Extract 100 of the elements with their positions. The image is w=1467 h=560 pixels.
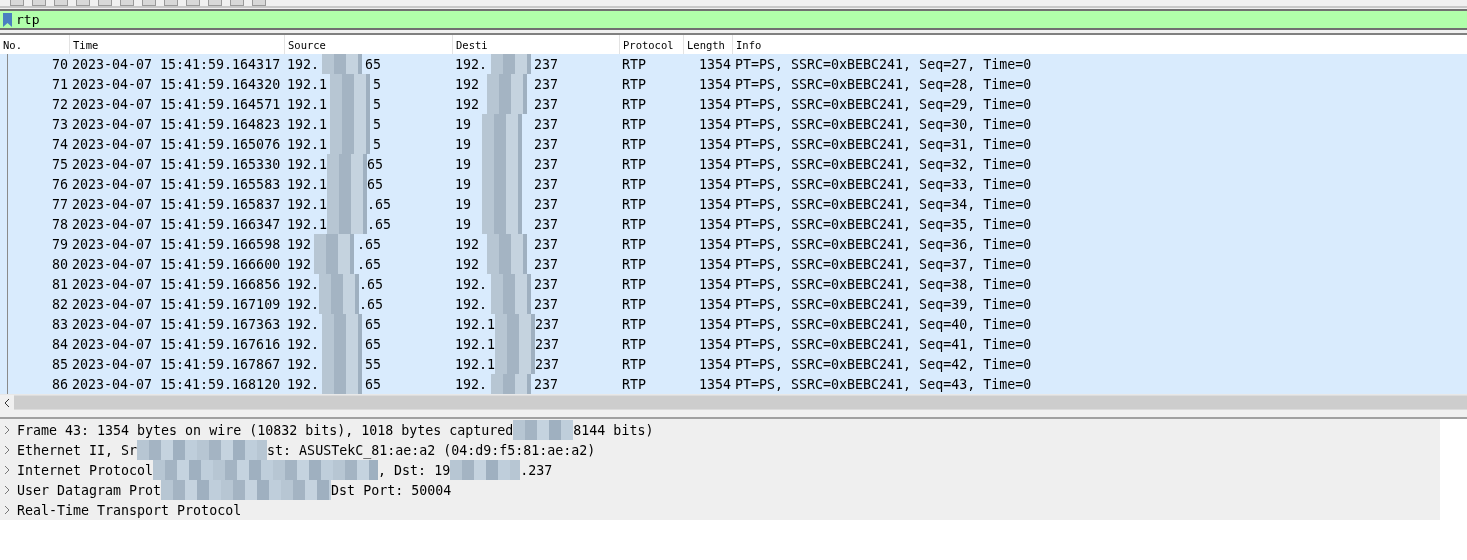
table-cell-text: PT=PS, SSRC=0xBEBC241, Seq=35, Time=0 bbox=[734, 216, 1033, 232]
blur-patch bbox=[486, 234, 527, 254]
column-header[interactable]: Info bbox=[733, 35, 1467, 54]
blur-patch bbox=[330, 94, 370, 114]
detail-text: User Datagram Prot bbox=[17, 482, 162, 498]
toolbar-icon[interactable] bbox=[76, 0, 90, 6]
table-cell-text: 1354 bbox=[697, 316, 732, 332]
packet-row[interactable]: 75 2023-04-07 15:41:59.165330 192.1 65 19 237 RTP 1354 PT=PS, SSRC=0xBEBC241, Seq=32, Time=0 bbox=[0, 154, 1467, 174]
toolbar-icon[interactable] bbox=[186, 0, 200, 6]
table-cell: 237 bbox=[533, 276, 558, 292]
toolbar-icon[interactable] bbox=[252, 0, 266, 6]
detail-text: , Dst: 19 bbox=[378, 462, 451, 478]
table-cell-text: PT=PS, SSRC=0xBEBC241, Seq=40, Time=0 bbox=[734, 316, 1033, 332]
table-cell: 237 bbox=[533, 216, 558, 232]
chevron-left-icon bbox=[4, 398, 10, 407]
packet-row[interactable]: 72 2023-04-07 15:41:59.164571 192.1 5 192 237 RTP 1354 PT=PS, SSRC=0xBEBC241, Seq=29, Time=0 bbox=[0, 94, 1467, 114]
table-cell-text: 2023-04-07 15:41:59.164571 bbox=[71, 96, 282, 112]
packet-row[interactable]: 77 2023-04-07 15:41:59.165837 192.1 .65 19 237 RTP 1354 PT=PS, SSRC=0xBEBC241, Seq=34, Time=0 bbox=[0, 194, 1467, 214]
detail-row[interactable]: Ethernet II, Sr st: ASUSTekC_81:ae:a2 (04:d9:f5:81:ae:a2) bbox=[0, 440, 1440, 460]
blur-patch bbox=[490, 54, 531, 74]
table-cell: 237 bbox=[533, 376, 558, 392]
blur-patch bbox=[495, 354, 536, 374]
packet-row[interactable]: 86 2023-04-07 15:41:59.168120 192. 65 192. 237 RTP 1354 PT=PS, SSRC=0xBEBC241, Seq=43, Time=0 bbox=[0, 374, 1467, 394]
table-cell: 192.1 bbox=[455, 336, 496, 352]
detail-row[interactable]: Real-Time Transport Protocol bbox=[0, 500, 1440, 520]
table-cell: .65 bbox=[359, 296, 384, 312]
table-cell-text: 1354 bbox=[697, 116, 732, 132]
packet-row[interactable]: 74 2023-04-07 15:41:59.165076 192.1 5 19 237 RTP 1354 PT=PS, SSRC=0xBEBC241, Seq=31, Time=0 bbox=[0, 134, 1467, 154]
display-filter-field[interactable]: rtp bbox=[16, 12, 216, 27]
packet-row[interactable]: 83 2023-04-07 15:41:59.167363 192. 65 192.1 237 RTP 1354 PT=PS, SSRC=0xBEBC241, Seq=40, Time=0 bbox=[0, 314, 1467, 334]
table-cell-text: RTP bbox=[621, 316, 648, 332]
toolbar-icon[interactable] bbox=[54, 0, 68, 6]
blur-patch bbox=[482, 134, 523, 154]
packet-row[interactable]: 84 2023-04-07 15:41:59.167616 192. 65 192.1 237 RTP 1354 PT=PS, SSRC=0xBEBC241, Seq=41, Time=0 bbox=[0, 334, 1467, 354]
toolbar-icon[interactable] bbox=[230, 0, 244, 6]
blur-patch bbox=[482, 174, 523, 194]
packet-row[interactable]: 82 2023-04-07 15:41:59.167109 192. .65 192. 237 RTP 1354 PT=PS, SSRC=0xBEBC241, Seq=39, Time=0 bbox=[0, 294, 1467, 314]
blur-patch bbox=[486, 254, 527, 274]
table-cell: 192 bbox=[287, 256, 312, 272]
packet-row[interactable]: 80 2023-04-07 15:41:59.166600 192 .65 192 237 RTP 1354 PT=PS, SSRC=0xBEBC241, Seq=37, Time=0 bbox=[0, 254, 1467, 274]
packet-row[interactable]: 78 2023-04-07 15:41:59.166347 192.1 .65 19 237 RTP 1354 PT=PS, SSRC=0xBEBC241, Seq=35, Time=0 bbox=[0, 214, 1467, 234]
table-cell: 237 bbox=[533, 136, 558, 152]
blur-patch bbox=[322, 334, 362, 354]
table-cell-text: 70 bbox=[51, 56, 69, 72]
table-cell-text: 82 bbox=[51, 296, 69, 312]
table-cell: .65 bbox=[367, 216, 392, 232]
table-cell: 192. bbox=[455, 276, 488, 292]
table-cell-text: 1354 bbox=[697, 96, 732, 112]
table-cell-text: 2023-04-07 15:41:59.167363 bbox=[71, 316, 282, 332]
detail-text: .237 bbox=[520, 462, 553, 478]
table-cell: 192. bbox=[455, 376, 488, 392]
table-cell-text: PT=PS, SSRC=0xBEBC241, Seq=30, Time=0 bbox=[734, 116, 1033, 132]
packet-row[interactable]: 73 2023-04-07 15:41:59.164823 192.1 5 19 237 RTP 1354 PT=PS, SSRC=0xBEBC241, Seq=30, Time=0 bbox=[0, 114, 1467, 134]
table-cell: 192 bbox=[455, 76, 480, 92]
packet-row[interactable]: 85 2023-04-07 15:41:59.167867 192. 55 192.1 237 RTP 1354 PT=PS, SSRC=0xBEBC241, Seq=42, Time=0 bbox=[0, 354, 1467, 374]
table-cell-text: PT=PS, SSRC=0xBEBC241, Seq=39, Time=0 bbox=[734, 296, 1033, 312]
toolbar-icon[interactable] bbox=[120, 0, 134, 6]
bookmark-icon[interactable] bbox=[3, 12, 12, 27]
toolbar-icon[interactable] bbox=[164, 0, 178, 6]
table-cell-text: PT=PS, SSRC=0xBEBC241, Seq=33, Time=0 bbox=[734, 176, 1033, 192]
table-cell: 192.1 bbox=[287, 116, 328, 132]
table-cell: 237 bbox=[533, 116, 558, 132]
table-cell: 192.1 bbox=[287, 96, 328, 112]
table-cell: 192.1 bbox=[455, 316, 496, 332]
table-cell-text: RTP bbox=[621, 216, 648, 232]
detail-text: Dst Port: 50004 bbox=[331, 482, 452, 498]
packet-row[interactable]: 81 2023-04-07 15:41:59.166856 192. .65 192. 237 RTP 1354 PT=PS, SSRC=0xBEBC241, Seq=38, Time=0 bbox=[0, 274, 1467, 294]
toolbar-icon[interactable] bbox=[98, 0, 112, 6]
table-cell-text: PT=PS, SSRC=0xBEBC241, Seq=37, Time=0 bbox=[734, 256, 1033, 272]
detail-row[interactable]: User Datagram Prot Dst Port: 50004 bbox=[0, 480, 1440, 500]
packet-row[interactable]: 71 2023-04-07 15:41:59.164320 192.1 5 192 237 RTP 1354 PT=PS, SSRC=0xBEBC241, Seq=28, Time=0 bbox=[0, 74, 1467, 94]
blur-patch bbox=[327, 214, 368, 234]
table-cell-text: RTP bbox=[621, 376, 648, 392]
table-cell-text: RTP bbox=[621, 336, 648, 352]
detail-row[interactable]: Frame 43: 1354 bytes on wire (10832 bits), 1018 bytes captured 8144 bits) bbox=[0, 420, 1440, 440]
packet-row[interactable]: 79 2023-04-07 15:41:59.166598 192 .65 192 237 RTP 1354 PT=PS, SSRC=0xBEBC241, Seq=36, Time=0 bbox=[0, 234, 1467, 254]
toolbar-icon[interactable] bbox=[32, 0, 46, 6]
packet-row[interactable]: 76 2023-04-07 15:41:59.165583 192.1 65 19 237 RTP 1354 PT=PS, SSRC=0xBEBC241, Seq=33, Time=0 bbox=[0, 174, 1467, 194]
table-cell-text: RTP bbox=[621, 196, 648, 212]
scrollbar-thumb[interactable] bbox=[14, 396, 1467, 409]
toolbar-icon[interactable] bbox=[142, 0, 156, 6]
detail-text: st: ASUSTekC_81:ae:a2 (04:d9:f5:81:ae:a2) bbox=[267, 442, 596, 458]
toolbar-icon[interactable] bbox=[10, 0, 24, 6]
table-cell-text: 73 bbox=[51, 116, 69, 132]
table-cell-text: RTP bbox=[621, 176, 648, 192]
toolbar-icon[interactable] bbox=[208, 0, 222, 6]
blur-patch bbox=[490, 294, 531, 314]
table-cell: 192. bbox=[287, 296, 320, 312]
table-cell-text: 79 bbox=[51, 236, 69, 252]
table-cell-text: 2023-04-07 15:41:59.165330 bbox=[71, 156, 282, 172]
table-cell-text: PT=PS, SSRC=0xBEBC241, Seq=32, Time=0 bbox=[734, 156, 1033, 172]
detail-row[interactable]: Internet Protocol , Dst: 19 .237 bbox=[0, 460, 1440, 480]
table-cell: 5 bbox=[372, 76, 381, 92]
table-cell: .65 bbox=[356, 256, 381, 272]
table-cell-text: 2023-04-07 15:41:59.167616 bbox=[71, 336, 282, 352]
table-cell-text: 1354 bbox=[697, 236, 732, 252]
packet-row[interactable]: 70 2023-04-07 15:41:59.164317 192. 65 192. 237 RTP 1354 PT=PS, SSRC=0xBEBC241, Seq=27, Time=0 bbox=[0, 54, 1467, 74]
table-cell-text: 1354 bbox=[697, 176, 732, 192]
blur-patch bbox=[314, 234, 354, 254]
scroll-left-button[interactable] bbox=[0, 395, 14, 410]
